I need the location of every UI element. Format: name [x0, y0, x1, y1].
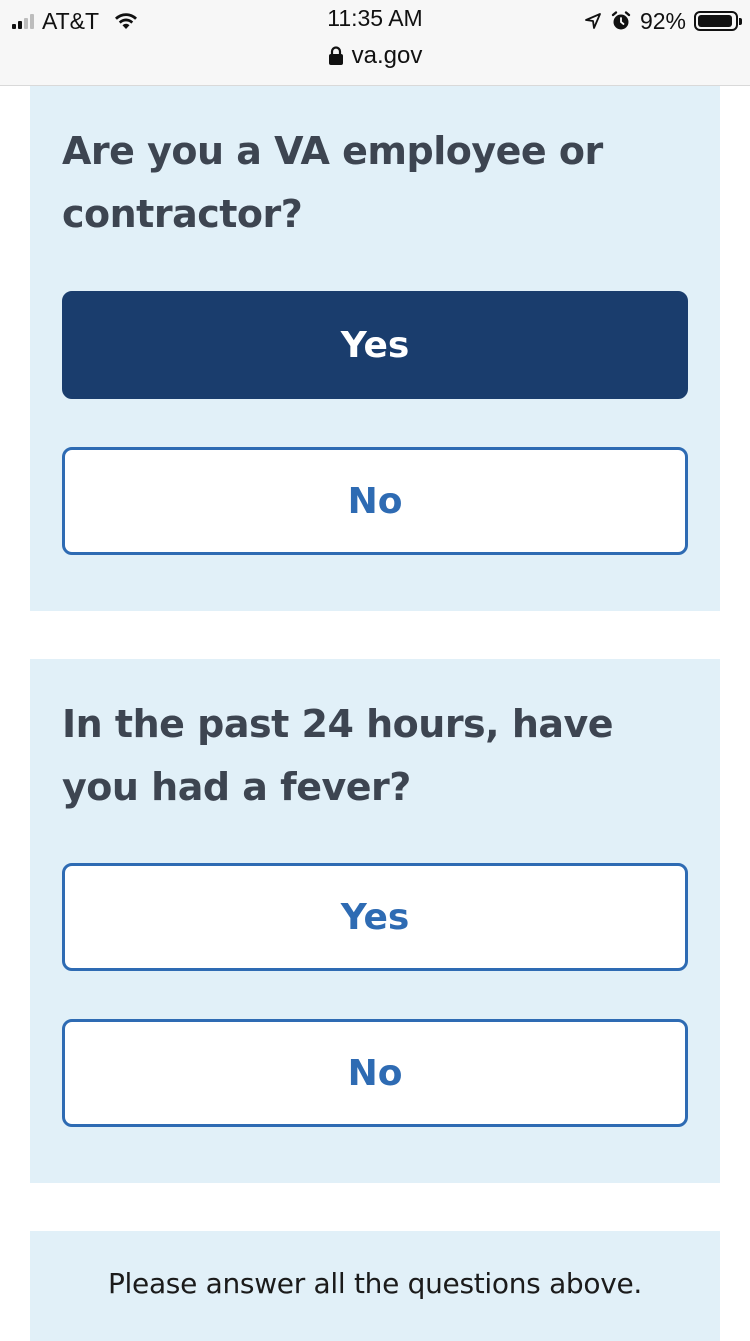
notice-text: Please answer all the questions above. — [107, 1267, 643, 1300]
status-right: 92% — [584, 6, 742, 36]
question-text: In the past 24 hours, have you had a fev… — [62, 702, 614, 809]
question-text: Are you a VA employee or contractor? — [62, 129, 603, 236]
no-button[interactable]: No — [62, 447, 688, 555]
yes-button[interactable]: Yes — [62, 291, 688, 399]
question-card-fever: In the past 24 hours, have you had a fev… — [30, 659, 720, 1183]
url-text: va.gov — [351, 42, 423, 69]
battery-percent: 92% — [639, 7, 686, 34]
alarm-icon — [611, 11, 631, 30]
address-bar[interactable]: va.gov — [0, 42, 750, 70]
question-card-employee: Are you a VA employee or contractor? Yes… — [30, 86, 720, 611]
location-arrow-icon — [585, 13, 601, 29]
yes-button[interactable]: Yes — [62, 863, 688, 971]
lock-icon — [328, 46, 343, 65]
status-bar: AT&T 11:35 AM va.gov 92% — [0, 0, 750, 86]
notice-card: Please answer all the questions above. — [30, 1231, 720, 1341]
no-button[interactable]: No — [62, 1019, 688, 1127]
battery-icon — [694, 11, 742, 31]
